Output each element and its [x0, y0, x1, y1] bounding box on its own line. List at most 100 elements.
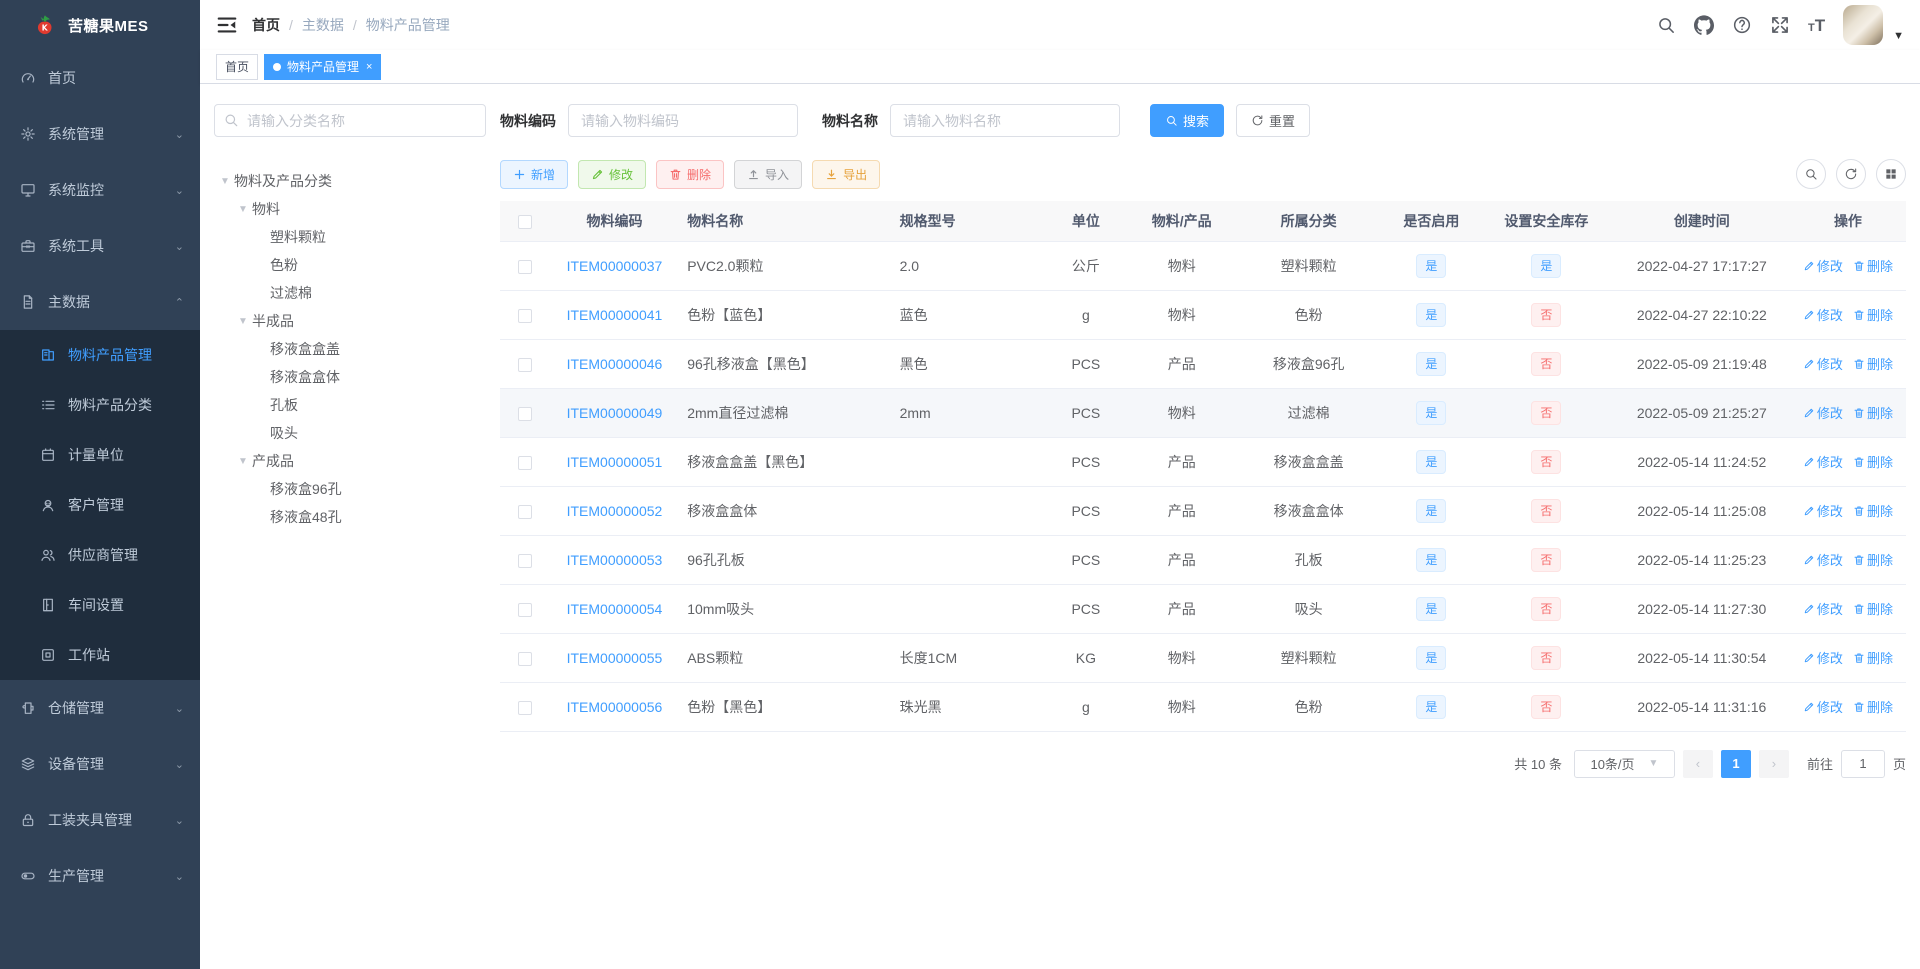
- item-code-link[interactable]: ITEM00000055: [567, 650, 663, 666]
- select-all-checkbox[interactable]: [517, 214, 532, 229]
- question-icon[interactable]: [1732, 15, 1752, 35]
- tab-物料产品管理[interactable]: 物料产品管理 ×: [264, 53, 382, 80]
- row-delete-link[interactable]: 删除: [1853, 501, 1893, 520]
- row-checkbox[interactable]: [517, 651, 532, 666]
- row-edit-link[interactable]: 修改: [1803, 599, 1843, 618]
- import-button[interactable]: 导入: [734, 159, 803, 189]
- caret-down-icon[interactable]: ▼: [234, 456, 252, 467]
- row-checkbox[interactable]: [517, 308, 532, 323]
- row-checkbox[interactable]: [517, 259, 532, 274]
- refresh-table-button[interactable]: [1836, 159, 1866, 189]
- row-checkbox[interactable]: [517, 602, 532, 617]
- row-checkbox[interactable]: [517, 504, 532, 519]
- caret-down-icon[interactable]: ▼: [216, 176, 234, 187]
- row-delete-link[interactable]: 删除: [1853, 256, 1893, 275]
- row-checkbox[interactable]: [517, 406, 532, 421]
- row-delete-link[interactable]: 删除: [1853, 305, 1893, 324]
- tree-node-产成品[interactable]: ▼ 产成品: [214, 447, 486, 475]
- item-code-link[interactable]: ITEM00000054: [567, 601, 663, 617]
- sidebar-item-仓储管理[interactable]: 仓储管理 ⌄: [0, 680, 200, 736]
- row-delete-link[interactable]: 删除: [1853, 599, 1893, 618]
- tree-node-物料及产品分类[interactable]: ▼ 物料及产品分类: [214, 167, 486, 195]
- export-button[interactable]: 导出: [812, 159, 881, 189]
- close-icon[interactable]: ×: [366, 61, 372, 73]
- row-edit-link[interactable]: 修改: [1803, 256, 1843, 275]
- fullscreen-icon[interactable]: [1770, 15, 1790, 35]
- row-delete-link[interactable]: 删除: [1853, 354, 1893, 373]
- item-code-link[interactable]: ITEM00000051: [567, 454, 663, 470]
- next-page-button[interactable]: ›: [1758, 749, 1789, 778]
- sidebar-item-系统监控[interactable]: 系统监控 ⌄: [0, 162, 200, 218]
- item-code-link[interactable]: ITEM00000056: [567, 699, 663, 715]
- sidebar-item-供应商管理[interactable]: 供应商管理: [0, 530, 200, 580]
- toggle-search-button[interactable]: [1796, 159, 1826, 189]
- row-edit-link[interactable]: 修改: [1803, 354, 1843, 373]
- tree-node-吸头[interactable]: 吸头: [214, 419, 486, 447]
- prev-page-button[interactable]: ‹: [1682, 749, 1713, 778]
- github-icon[interactable]: [1693, 15, 1714, 35]
- row-edit-link[interactable]: 修改: [1803, 697, 1843, 716]
- sidebar-item-物料产品管理[interactable]: 物料产品管理: [0, 330, 200, 380]
- item-code-link[interactable]: ITEM00000053: [567, 552, 663, 568]
- tree-node-物料[interactable]: ▼ 物料: [214, 195, 486, 223]
- item-code-link[interactable]: ITEM00000041: [567, 307, 663, 323]
- edit-button[interactable]: 修改: [578, 159, 647, 189]
- page-size-select[interactable]: 10条/页 ▼: [1573, 749, 1675, 778]
- sidebar-item-计量单位[interactable]: 计量单位: [0, 430, 200, 480]
- header-search-icon[interactable]: [1656, 15, 1676, 35]
- caret-down-icon[interactable]: ▼: [234, 204, 252, 215]
- search-button[interactable]: 搜索: [1150, 104, 1225, 137]
- breadcrumb-item-首页[interactable]: 首页: [252, 15, 280, 35]
- reset-button[interactable]: 重置: [1236, 104, 1311, 137]
- item-code-link[interactable]: ITEM00000052: [567, 503, 663, 519]
- sidebar-item-车间设置[interactable]: 车间设置: [0, 580, 200, 630]
- sidebar-item-系统管理[interactable]: 系统管理 ⌄: [0, 106, 200, 162]
- row-delete-link[interactable]: 删除: [1853, 697, 1893, 716]
- row-checkbox[interactable]: [517, 357, 532, 372]
- row-delete-link[interactable]: 删除: [1853, 648, 1893, 667]
- row-checkbox[interactable]: [517, 455, 532, 470]
- sidebar-fold-icon[interactable]: [216, 14, 238, 36]
- sidebar-item-客户管理[interactable]: 客户管理: [0, 480, 200, 530]
- row-edit-link[interactable]: 修改: [1803, 452, 1843, 471]
- font-size-icon[interactable]: TT: [1808, 17, 1825, 34]
- row-edit-link[interactable]: 修改: [1803, 501, 1843, 520]
- add-button[interactable]: 新增: [500, 159, 569, 189]
- row-edit-link[interactable]: 修改: [1803, 648, 1843, 667]
- row-edit-link[interactable]: 修改: [1803, 305, 1843, 324]
- caret-down-icon[interactable]: ▼: [234, 316, 252, 327]
- delete-button[interactable]: 删除: [656, 159, 725, 189]
- tree-node-移液盒盒体[interactable]: 移液盒盒体: [214, 363, 486, 391]
- logo[interactable]: K 苦糖果MES: [0, 0, 200, 50]
- avatar-caret-down-icon[interactable]: ▼: [1893, 30, 1904, 42]
- sidebar-item-工作站[interactable]: 工作站: [0, 630, 200, 680]
- row-edit-link[interactable]: 修改: [1803, 550, 1843, 569]
- sidebar-item-首页[interactable]: 首页: [0, 50, 200, 106]
- tree-node-半成品[interactable]: ▼ 半成品: [214, 307, 486, 335]
- sidebar-item-物料产品分类[interactable]: 物料产品分类: [0, 380, 200, 430]
- tree-node-移液盒48孔[interactable]: 移液盒48孔: [214, 503, 486, 531]
- tree-search-input[interactable]: [214, 104, 486, 137]
- row-checkbox[interactable]: [517, 553, 532, 568]
- item-code-link[interactable]: ITEM00000037: [567, 258, 663, 274]
- sidebar-item-工装夹具管理[interactable]: 工装夹具管理 ⌄: [0, 792, 200, 848]
- tree-node-色粉[interactable]: 色粉: [214, 251, 486, 279]
- tree-node-移液盒盒盖[interactable]: 移液盒盒盖: [214, 335, 486, 363]
- tree-node-过滤棉[interactable]: 过滤棉: [214, 279, 486, 307]
- code-field[interactable]: [568, 104, 798, 137]
- avatar[interactable]: [1843, 5, 1884, 45]
- tree-node-移液盒96孔[interactable]: 移液盒96孔: [214, 475, 486, 503]
- row-delete-link[interactable]: 删除: [1853, 403, 1893, 422]
- sidebar-item-主数据[interactable]: 主数据 ⌃: [0, 274, 200, 330]
- row-delete-link[interactable]: 删除: [1853, 452, 1893, 471]
- sidebar-item-设备管理[interactable]: 设备管理 ⌄: [0, 736, 200, 792]
- page-1-button[interactable]: 1: [1720, 749, 1751, 778]
- row-checkbox[interactable]: [517, 700, 532, 715]
- name-field[interactable]: [890, 104, 1120, 137]
- row-edit-link[interactable]: 修改: [1803, 403, 1843, 422]
- tree-node-塑料颗粒[interactable]: 塑料颗粒: [214, 223, 486, 251]
- sidebar-item-生产管理[interactable]: 生产管理 ⌄: [0, 848, 200, 904]
- tree-node-孔板[interactable]: 孔板: [214, 391, 486, 419]
- column-settings-button[interactable]: [1876, 159, 1906, 189]
- goto-page-input[interactable]: [1840, 749, 1885, 778]
